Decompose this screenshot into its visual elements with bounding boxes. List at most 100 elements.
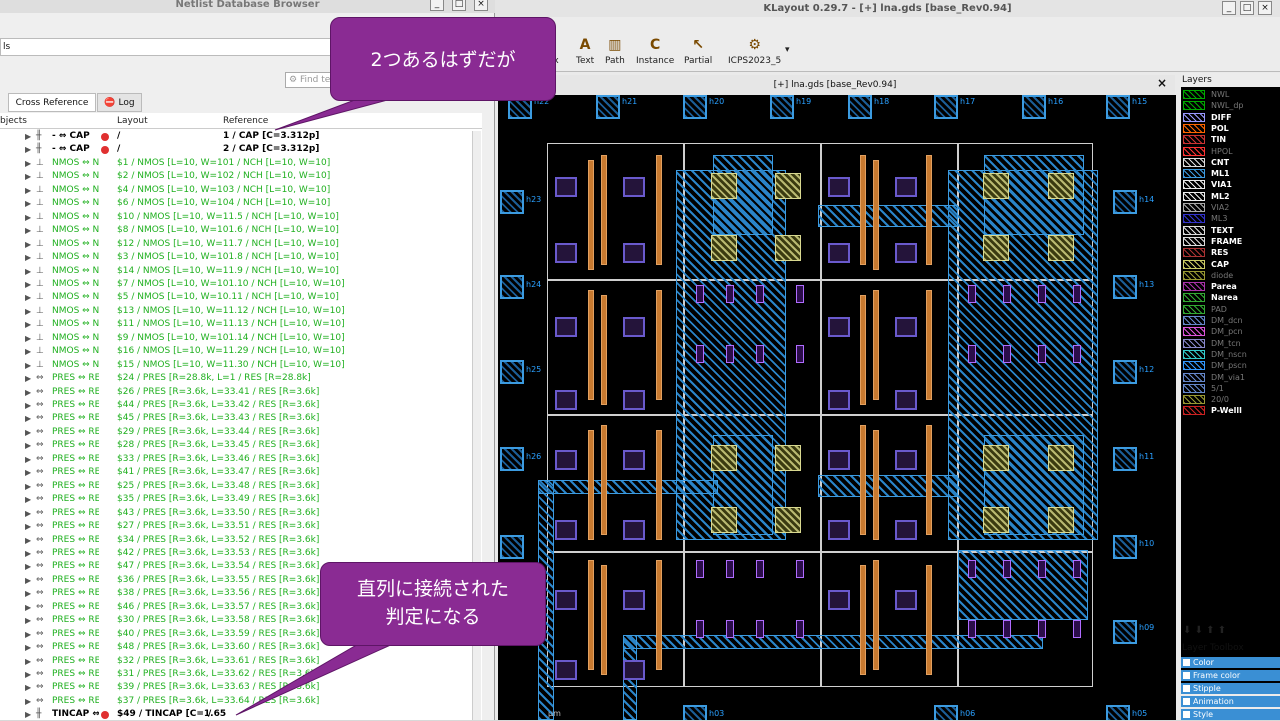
expand-arrow-icon[interactable]: ▶ xyxy=(25,426,31,439)
table-row[interactable]: ▶ ⇔ PRES ⇔ RE! $26 / PRES [R=3.6k, L=33.41 … xyxy=(0,386,470,399)
expand-arrow-icon[interactable]: ▶ xyxy=(25,695,31,708)
expand-arrow-icon[interactable]: ▶ xyxy=(25,291,31,304)
table-row[interactable]: ▶ ⊥ NMOS ⇔ N($12 / NMOS [L=10, W=11.7 / NC… xyxy=(0,238,470,251)
table-row[interactable]: ▶ ⊥ NMOS ⇔ N($2 / NMOS [L=10, W=102 / NCH … xyxy=(0,170,470,183)
expand-arrow-icon[interactable]: ▶ xyxy=(25,439,31,452)
expand-arrow-icon[interactable]: ▶ xyxy=(25,305,31,318)
table-row[interactable]: ▶ ⇔ PRES ⇔ RE! $43 / PRES [R=3.6k, L=33.50 … xyxy=(0,507,470,520)
expand-arrow-icon[interactable]: ▶ xyxy=(25,628,31,641)
arrow-down-icon[interactable]: ⬇ xyxy=(1183,625,1191,636)
tab-cross-reference[interactable]: Cross Reference xyxy=(8,93,96,112)
table-row[interactable]: ▶ ⊥ NMOS ⇔ N($10 / NMOS [L=10, W=11.5 / NC… xyxy=(0,211,470,224)
table-row[interactable]: ▶ ⊥ NMOS ⇔ N($8 / NMOS [L=10, W=101.6 / NC… xyxy=(0,224,470,237)
layer-row[interactable]: DM_via1 xyxy=(1183,372,1278,383)
expand-arrow-icon[interactable]: ▶ xyxy=(25,480,31,493)
toolbox-animation[interactable]: Animation xyxy=(1181,696,1280,707)
expand-arrow-icon[interactable]: ▶ xyxy=(25,345,31,358)
layer-row[interactable]: P-Welll xyxy=(1183,405,1278,416)
expand-arrow-icon[interactable]: ▶ xyxy=(25,359,31,372)
layer-row[interactable]: TIN xyxy=(1183,134,1278,145)
layer-row[interactable]: ML1 xyxy=(1183,168,1278,179)
close-button[interactable]: × xyxy=(474,0,488,11)
table-row[interactable]: ▶ ⇔ PRES ⇔ RE! $42 / PRES [R=3.6k, L=33.53 … xyxy=(0,547,470,560)
column-header-layout[interactable]: Layout xyxy=(117,116,148,126)
expand-arrow-icon[interactable]: ▶ xyxy=(25,184,31,197)
table-row[interactable]: ▶ ⊥ NMOS ⇔ N($7 / NMOS [L=10, W=101.10 / N… xyxy=(0,278,470,291)
arrow-down-icon[interactable]: ⬇ xyxy=(1195,625,1203,636)
table-row[interactable]: ▶ ⊥ NMOS ⇔ N($16 / NMOS [L=10, W=11.29 / N… xyxy=(0,345,470,358)
expand-arrow-icon[interactable]: ▶ xyxy=(25,412,31,425)
layer-list[interactable]: NWL NWL_dp DIFF POL TIN HPOL CNT ML1 VIA1 ML2 VIA2… xyxy=(1181,87,1280,693)
layer-row[interactable]: DM_pcn xyxy=(1183,326,1278,337)
layer-row[interactable]: NWL xyxy=(1183,89,1278,100)
maximize-button[interactable]: □ xyxy=(452,0,466,11)
layer-row[interactable]: RES xyxy=(1183,247,1278,258)
close-tab-icon[interactable]: × xyxy=(1157,76,1167,90)
layer-row[interactable]: VIA1 xyxy=(1183,179,1278,190)
expand-arrow-icon[interactable]: ▶ xyxy=(25,641,31,654)
layer-row[interactable]: 20/0 xyxy=(1183,394,1278,405)
expand-arrow-icon[interactable]: ▶ xyxy=(25,520,31,533)
expand-arrow-icon[interactable]: ▶ xyxy=(25,493,31,506)
layer-row[interactable]: DM_dcn xyxy=(1183,315,1278,326)
expand-arrow-icon[interactable]: ▶ xyxy=(25,130,31,143)
table-row[interactable]: ▶ ╫ - ⇔ CAP / 1 / CAP [C=3.312p] xyxy=(0,130,470,143)
minimize-button[interactable]: _ xyxy=(1222,1,1236,15)
arrow-up-icon[interactable]: ⬆ xyxy=(1206,625,1214,636)
layer-row[interactable]: CAP xyxy=(1183,259,1278,270)
layer-row[interactable]: POL xyxy=(1183,123,1278,134)
table-row[interactable]: ▶ ⇔ PRES ⇔ RE! $35 / PRES [R=3.6k, L=33.49 … xyxy=(0,493,470,506)
expand-arrow-icon[interactable]: ▶ xyxy=(25,157,31,170)
expand-arrow-icon[interactable]: ▶ xyxy=(25,318,31,331)
expand-arrow-icon[interactable]: ▶ xyxy=(25,251,31,264)
table-row[interactable]: ▶ ⊥ NMOS ⇔ N($11 / NMOS [L=10, W=11.13 / N… xyxy=(0,318,470,331)
table-row[interactable]: ▶ ⇔ PRES ⇔ RE! $37 / PRES [R=3.6k, L=33.64 … xyxy=(0,695,470,708)
table-row[interactable]: ▶ ⊥ NMOS ⇔ N($5 / NMOS [L=10, W=10.11 / NC… xyxy=(0,291,470,304)
layer-row[interactable]: DM_pscn xyxy=(1183,360,1278,371)
expand-arrow-icon[interactable]: ▶ xyxy=(25,170,31,183)
expand-arrow-icon[interactable]: ▶ xyxy=(25,507,31,520)
layer-row[interactable]: Narea xyxy=(1183,292,1278,303)
expand-arrow-icon[interactable]: ▶ xyxy=(25,265,31,278)
minimize-button[interactable]: _ xyxy=(430,0,444,11)
table-row[interactable]: ▶ ⇔ PRES ⇔ RE! $25 / PRES [R=3.6k, L=33.48 … xyxy=(0,480,470,493)
layer-row[interactable]: ML3 xyxy=(1183,213,1278,224)
column-header-objects[interactable]: bjects xyxy=(0,116,27,126)
expand-arrow-icon[interactable]: ▶ xyxy=(25,453,31,466)
table-row[interactable]: ▶ ⊥ NMOS ⇔ N($6 / NMOS [L=10, W=104 / NCH … xyxy=(0,197,470,210)
expand-arrow-icon[interactable]: ▶ xyxy=(25,587,31,600)
layer-nav-buttons[interactable]: ⬇ ⬇ ⬆ ⬆ xyxy=(1183,625,1226,636)
tab-log[interactable]: ⛔ Log xyxy=(97,93,142,112)
table-row[interactable]: ▶ ⇔ PRES ⇔ RE! $27 / PRES [R=3.6k, L=33.51 … xyxy=(0,520,470,533)
layer-row[interactable]: 5/1 xyxy=(1183,383,1278,394)
expand-arrow-icon[interactable]: ▶ xyxy=(25,278,31,291)
table-row[interactable]: ▶ ⊥ NMOS ⇔ N($4 / NMOS [L=10, W=103 / NCH … xyxy=(0,184,470,197)
partial-tool[interactable]: ↖ Partial xyxy=(684,37,712,66)
table-row[interactable]: ▶ ⊥ NMOS ⇔ N($9 / NMOS [L=10, W=101.14 / N… xyxy=(0,332,470,345)
table-row[interactable]: ▶ ⊥ NMOS ⇔ N($14 / NMOS [L=10, W=11.9 / NC… xyxy=(0,265,470,278)
path-tool[interactable]: ▥ Path xyxy=(605,37,625,66)
arrow-up-icon[interactable]: ⬆ xyxy=(1218,625,1226,636)
column-header-reference[interactable]: Reference xyxy=(223,116,268,126)
layer-row[interactable]: DIFF xyxy=(1183,112,1278,123)
table-row[interactable]: ▶ ⇔ PRES ⇔ RE! $31 / PRES [R=3.6k, L=33.62 … xyxy=(0,668,470,681)
layer-row[interactable]: VIA2 xyxy=(1183,202,1278,213)
macro-tool[interactable]: ⚙ ICPS2023_5 xyxy=(728,37,781,66)
expand-arrow-icon[interactable]: ▶ xyxy=(25,601,31,614)
layer-row[interactable]: HPOL xyxy=(1183,146,1278,157)
expand-arrow-icon[interactable]: ▶ xyxy=(25,372,31,385)
expand-arrow-icon[interactable]: ▶ xyxy=(25,224,31,237)
layer-row[interactable]: PAD xyxy=(1183,304,1278,315)
expand-arrow-icon[interactable]: ▶ xyxy=(25,197,31,210)
table-row[interactable]: ▶ ⊥ NMOS ⇔ N($3 / NMOS [L=10, W=101.8 / NC… xyxy=(0,251,470,264)
expand-arrow-icon[interactable]: ▶ xyxy=(25,547,31,560)
layer-row[interactable]: ML2 xyxy=(1183,191,1278,202)
instance-tool[interactable]: C Instance xyxy=(636,37,674,66)
layout-canvas[interactable]: h22 h21 h20 h19 h18 h17 h16 h15 h23 h14 … xyxy=(498,95,1176,720)
close-button[interactable]: × xyxy=(1258,1,1272,15)
expand-arrow-icon[interactable]: ▶ xyxy=(25,708,31,721)
table-row[interactable]: ▶ ⇔ PRES ⇔ RE! $28 / PRES [R=3.6k, L=33.45 … xyxy=(0,439,470,452)
table-row[interactable]: ▶ ⇔ PRES ⇔ RE! $45 / PRES [R=3.6k, L=33.43 … xyxy=(0,412,470,425)
toolbox-style[interactable]: Style xyxy=(1181,709,1280,720)
table-row[interactable]: ▶ ⇔ PRES ⇔ RE! $29 / PRES [R=3.6k, L=33.44 … xyxy=(0,426,470,439)
